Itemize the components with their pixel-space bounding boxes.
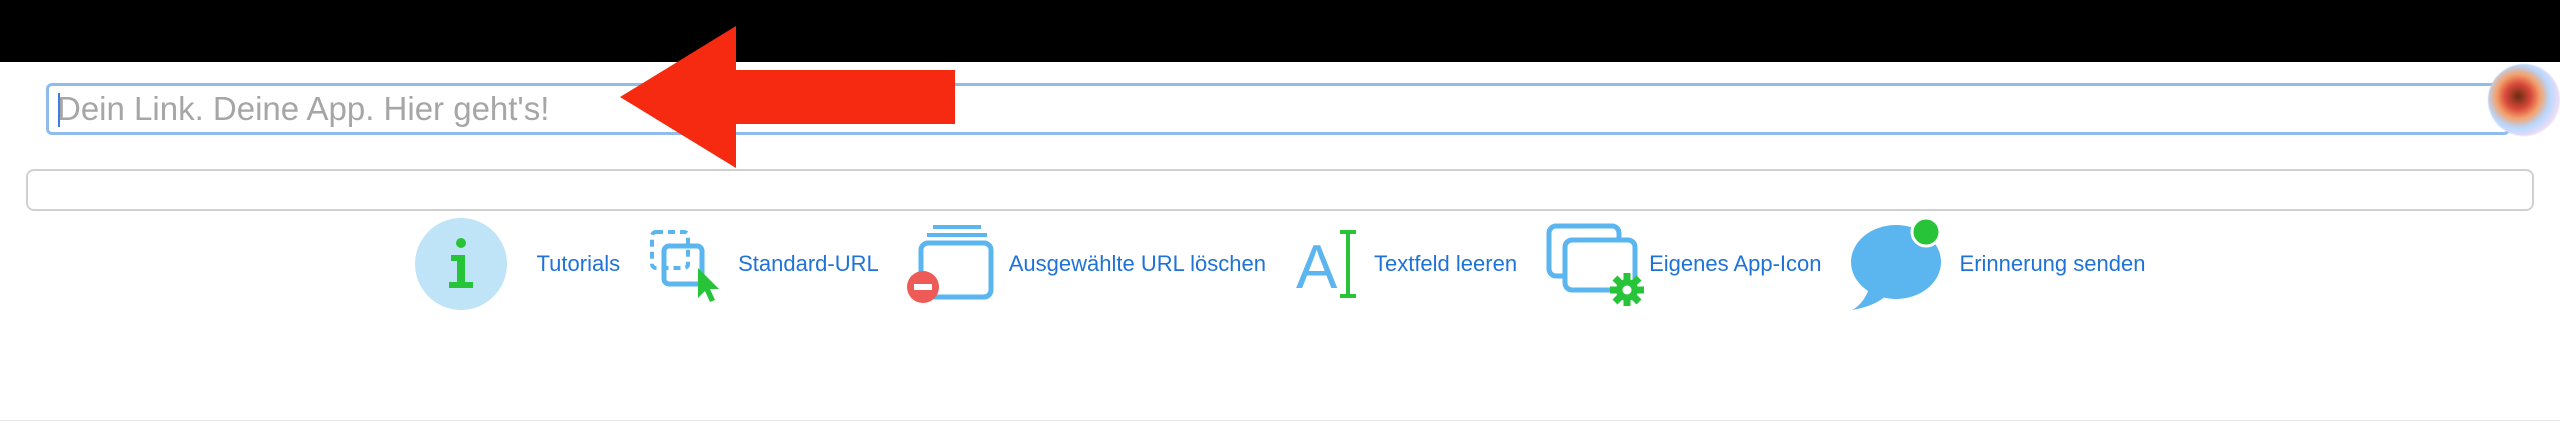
app-icon-button[interactable]: Eigenes App-Icon — [1545, 222, 1822, 306]
info-icon — [414, 218, 507, 310]
delete-url-button[interactable]: Ausgewählte URL löschen — [906, 223, 1266, 305]
top-black-bar — [0, 0, 2560, 62]
toolbar: Tutorials Standard-URL Ausgewählte URL l… — [0, 216, 2560, 312]
text-cursor-icon: A — [1296, 230, 1356, 302]
reminder-label: Erinnerung senden — [1959, 251, 2146, 276]
clear-text-label: Textfeld leeren — [1373, 251, 1518, 276]
standard-url-label: Standard-URL — [738, 251, 879, 276]
clear-text-button[interactable]: A Textfeld leeren — [1294, 226, 1517, 302]
secondary-input-bar[interactable] — [26, 169, 2534, 211]
stack-minus-icon — [906, 225, 994, 303]
select-cursor-icon — [650, 230, 720, 302]
svg-text:A: A — [1296, 233, 1338, 302]
siri-orb-icon[interactable] — [2488, 64, 2560, 136]
tutorials-label: Tutorials — [536, 251, 621, 276]
tutorials-button[interactable]: Tutorials — [414, 218, 621, 310]
delete-url-label: Ausgewählte URL löschen — [1008, 251, 1266, 276]
windows-gear-icon — [1546, 223, 1645, 306]
standard-url-button[interactable]: Standard-URL — [648, 226, 879, 302]
text-caret — [58, 93, 60, 127]
bottom-divider — [0, 420, 2560, 421]
arrow-left-icon — [620, 26, 955, 168]
app-icon-label: Eigenes App-Icon — [1649, 251, 1822, 276]
url-input[interactable] — [57, 90, 2457, 128]
url-bar[interactable] — [46, 83, 2510, 135]
reminder-button[interactable]: Erinnerung senden — [1850, 218, 2146, 310]
speech-bubble-icon — [1850, 218, 1942, 310]
